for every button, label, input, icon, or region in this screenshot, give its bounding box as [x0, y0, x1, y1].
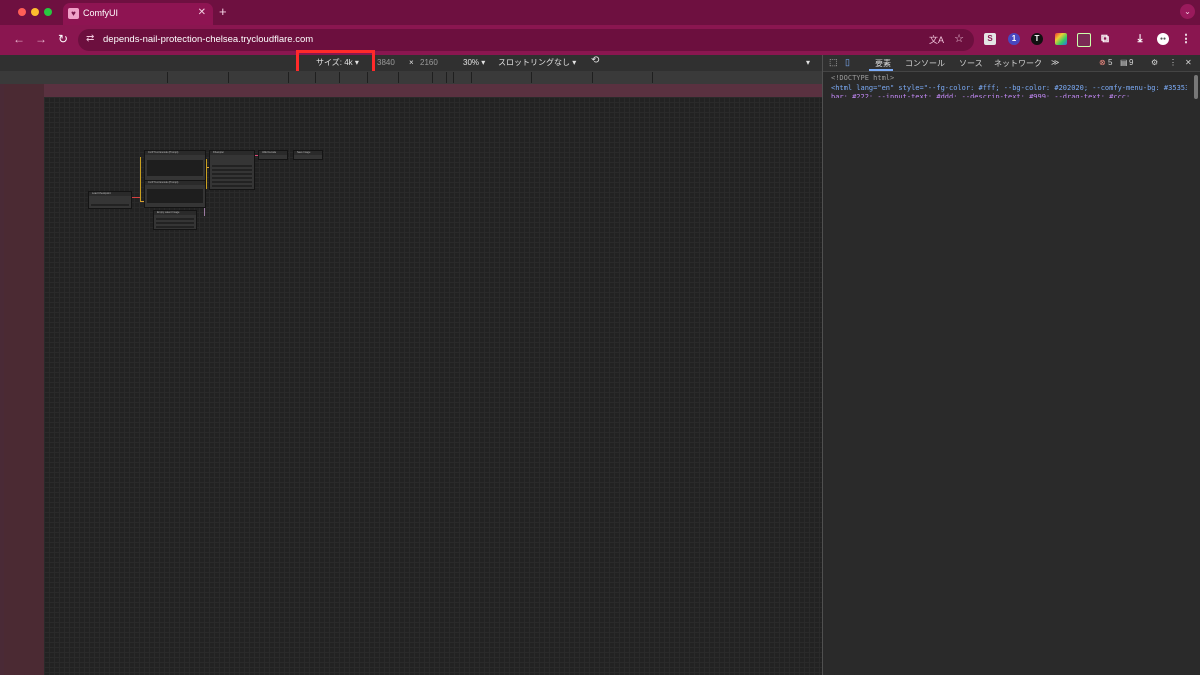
- profile-avatar[interactable]: ●●: [1157, 33, 1169, 45]
- browser-tab[interactable]: ♥ ComfyUI ✕: [63, 3, 213, 25]
- node-title: CLIP Text Encode (Prompt): [148, 151, 179, 154]
- viewport-margin: [4, 84, 44, 675]
- throttle-dropdown[interactable]: スロットリングなし ▾: [498, 58, 576, 68]
- rotate-icon[interactable]: ⟲: [591, 56, 599, 66]
- reload-button[interactable]: ↻: [58, 32, 68, 47]
- tab-console[interactable]: コンソール: [905, 58, 945, 69]
- node-title: Load Checkpoint: [92, 192, 111, 195]
- warning-icon: ▤: [1120, 58, 1128, 67]
- viewport-top-band: [44, 84, 822, 97]
- box-extension-icon[interactable]: [1077, 33, 1091, 47]
- media-query-ruler[interactable]: [0, 71, 822, 84]
- close-window-button[interactable]: [18, 8, 26, 16]
- graph-wire: [206, 159, 207, 189]
- width-input[interactable]: 3840: [377, 58, 395, 68]
- minimize-window-button[interactable]: [31, 8, 39, 16]
- new-tab-button[interactable]: +: [219, 4, 227, 19]
- graph-node[interactable]: CLIP Text Encode (Prompt): [144, 150, 206, 181]
- devtools-close-icon[interactable]: ✕: [1185, 58, 1192, 67]
- badge-extension-icon[interactable]: 1: [1008, 33, 1020, 45]
- tab-sources[interactable]: ソース: [959, 58, 983, 69]
- node-title: KSampler: [213, 151, 224, 154]
- node-title: Save Image: [297, 151, 311, 154]
- html-tag-line[interactable]: <html lang="en" style="--fg-color: #fff;…: [831, 84, 1187, 92]
- tab-elements[interactable]: 要素: [875, 58, 891, 69]
- times-sign: ×: [409, 58, 414, 67]
- tab-network[interactable]: ネットワーク: [994, 58, 1042, 69]
- error-count[interactable]: 5: [1108, 58, 1112, 67]
- devtools-menu-icon[interactable]: ⋮: [1169, 58, 1177, 67]
- html-tag-line-cont: bar: #222; --input-text: #ddd; --descrip…: [831, 93, 1131, 98]
- menu-icon[interactable]: ⋮: [1180, 33, 1192, 45]
- node-title: VAE Decode: [262, 151, 277, 154]
- translate-icon[interactable]: 文A: [929, 33, 944, 46]
- devtools-panel: ⬚ ▯ 要素 コンソール ソース ネットワーク ≫ ⊗ 5 ▤ 9 ⚙ ⋮ ✕ …: [822, 55, 1200, 675]
- graph-wire: [131, 197, 140, 198]
- s-extension-icon[interactable]: S: [984, 33, 996, 45]
- graph-node[interactable]: Load Checkpoint: [88, 191, 132, 209]
- tab-strip: ♥ ComfyUI ✕ + ⌄: [0, 0, 1200, 25]
- comfyui-graph-canvas[interactable]: Load Checkpoint CLIP Text Encode (Prompt…: [44, 97, 822, 675]
- warning-count[interactable]: 9: [1129, 58, 1133, 67]
- devtools-tabbar: ⬚ ▯ 要素 コンソール ソース ネットワーク ≫ ⊗ 5 ▤ 9 ⚙ ⋮ ✕: [823, 55, 1200, 72]
- zoom-dropdown[interactable]: 30% ▾: [463, 58, 485, 68]
- color-extension-icon[interactable]: [1055, 33, 1067, 45]
- node-title: Empty Latent Image: [157, 211, 180, 214]
- height-input[interactable]: 2160: [420, 58, 438, 68]
- bear-icon: ♥: [68, 8, 79, 19]
- maximize-window-button[interactable]: [44, 8, 52, 16]
- inspect-icon[interactable]: ⬚: [829, 57, 838, 68]
- graph-node[interactable]: KSampler: [209, 150, 255, 190]
- active-tab-indicator: [869, 69, 893, 71]
- close-tab-icon[interactable]: ✕: [198, 7, 206, 18]
- t-extension-icon[interactable]: T: [1031, 33, 1043, 45]
- graph-node[interactable]: Save Image: [293, 150, 323, 160]
- tab-title: ComfyUI: [83, 8, 119, 18]
- more-tabs-icon[interactable]: ≫: [1051, 58, 1059, 67]
- graph-node[interactable]: Empty Latent Image: [153, 210, 197, 230]
- graph-wire: [140, 157, 141, 202]
- tab-search-button[interactable]: ⌄: [1180, 4, 1195, 19]
- site-settings-icon[interactable]: ⇄: [86, 33, 94, 44]
- graph-node[interactable]: CLIP Text Encode (Prompt): [144, 180, 206, 208]
- bookmark-star-icon[interactable]: ☆: [954, 32, 964, 45]
- browser-toolbar: ← → ↻ ⇄ depends-nail-protection-chelsea.…: [0, 25, 1200, 55]
- graph-node[interactable]: VAE Decode: [258, 150, 288, 160]
- back-button[interactable]: ←: [13, 32, 25, 47]
- address-bar[interactable]: ⇄ depends-nail-protection-chelsea.tryclo…: [78, 29, 974, 51]
- device-options-icon[interactable]: ▾: [806, 58, 810, 68]
- error-icon: ⊗: [1099, 58, 1106, 67]
- forward-button[interactable]: →: [35, 32, 47, 47]
- settings-gear-icon[interactable]: ⚙: [1151, 58, 1158, 67]
- node-title: CLIP Text Encode (Prompt): [148, 181, 179, 184]
- doctype-line[interactable]: <!DOCTYPE html>: [831, 74, 894, 82]
- url-text[interactable]: depends-nail-protection-chelsea.trycloud…: [103, 34, 313, 45]
- device-toolbar: サイズ: 4k ▾ 3840 × 2160 30% ▾ スロットリングなし ▾ …: [0, 55, 822, 71]
- device-toggle-icon[interactable]: ▯: [845, 57, 850, 68]
- download-icon[interactable]: ⤓: [1134, 33, 1146, 45]
- puzzle-extension-icon[interactable]: ⧉: [1099, 33, 1111, 45]
- devtools-scrollbar[interactable]: [1194, 75, 1198, 99]
